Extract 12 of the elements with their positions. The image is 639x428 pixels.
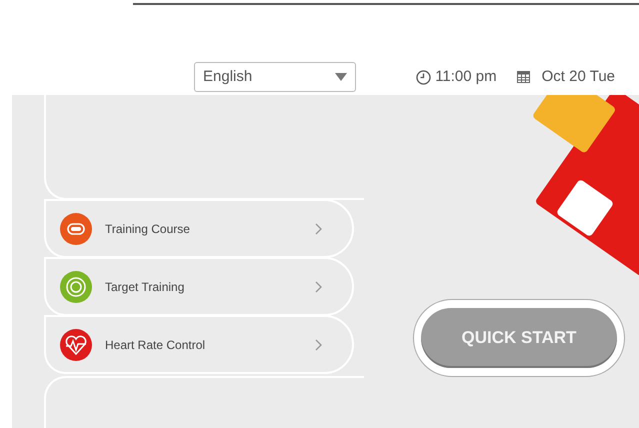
- dropdown-arrow-icon: [335, 73, 347, 81]
- calendar-icon: [516, 71, 530, 83]
- chevron-right-icon: [315, 280, 322, 292]
- date-text: Oct 20 Tue: [542, 66, 615, 87]
- menu-item[interactable]: Heart Rate Control: [44, 315, 354, 374]
- language-dropdown[interactable]: English: [194, 62, 356, 92]
- chevron-right-icon: [315, 222, 322, 234]
- menu-item[interactable]: Training Course: [44, 199, 354, 258]
- time-text: 11:00 pm: [435, 66, 497, 87]
- clock-icon: [416, 70, 432, 84]
- chevron-right-icon: [315, 338, 322, 350]
- menu-item[interactable]: Target Training: [44, 257, 354, 316]
